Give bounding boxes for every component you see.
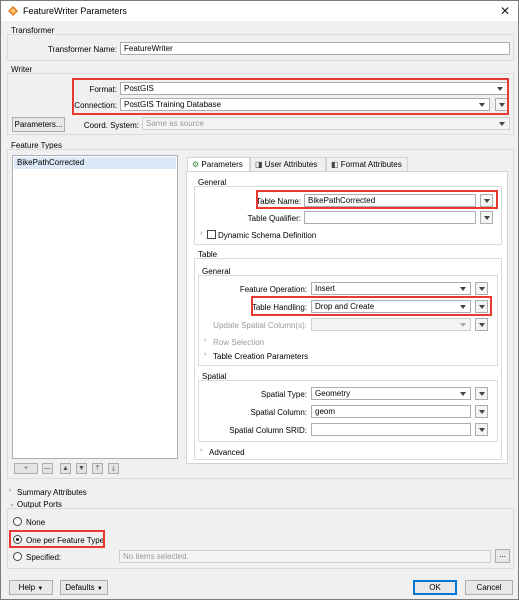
attributes-icon: ◨: [255, 160, 263, 169]
spatial-column-label: Spatial Column:: [250, 408, 307, 417]
specified-browse-button[interactable]: ...: [495, 549, 510, 563]
add-feature-type-button[interactable]: +: [14, 463, 38, 474]
dynamic-schema-label: Dynamic Schema Definition: [218, 231, 317, 240]
spatial-srid-label: Spatial Column SRID:: [229, 426, 307, 435]
feature-types-list: BikePathCorrected: [12, 155, 178, 459]
highlight-one-per-feature-type: [9, 530, 105, 548]
arrow-up-icon: ▲: [62, 465, 69, 472]
chevron-down-icon: [460, 287, 466, 291]
chevron-down-icon: [479, 410, 485, 414]
output-none-radio[interactable]: [13, 517, 22, 526]
output-none-label: None: [26, 518, 46, 527]
arrow-down-icon: ▼: [78, 465, 85, 472]
update-spatial-menu-button[interactable]: [475, 318, 488, 331]
table-qualifier-menu-button[interactable]: [480, 211, 493, 224]
feature-operation-menu-button[interactable]: [475, 282, 488, 295]
move-up-button[interactable]: ▲: [60, 463, 71, 474]
spatial-type-menu-button[interactable]: [475, 387, 488, 400]
coord-system-label: Coord. System:: [83, 121, 139, 130]
spatial-srid-menu-button[interactable]: [475, 423, 488, 436]
table-qualifier-input[interactable]: [304, 211, 476, 224]
coord-system-select[interactable]: Same as source: [142, 117, 510, 130]
gear-icon: ⚙: [192, 160, 200, 169]
arrow-top-icon: ⤒: [95, 465, 100, 472]
spatial-type-value: Geometry: [315, 389, 351, 398]
spatial-type-select[interactable]: Geometry: [311, 387, 471, 400]
chevron-down-icon: [499, 122, 505, 126]
chevron-down-icon: [460, 392, 466, 396]
update-spatial-select[interactable]: [311, 318, 471, 331]
tab-format-attributes[interactable]: ◧ Format Attributes: [326, 157, 408, 171]
title-bar: FeatureWriter Parameters ✕: [1, 1, 518, 21]
spatial-type-label: Spatial Type:: [260, 390, 307, 399]
tab-user-attributes-label: User Attributes: [264, 160, 318, 169]
specified-ports-input[interactable]: No items selected.: [119, 550, 491, 563]
defaults-label: Defaults: [65, 583, 95, 592]
transformer-name-input[interactable]: FeatureWriter: [120, 42, 510, 55]
highlight-table-name: [256, 190, 498, 209]
help-button[interactable]: Help ▼: [9, 580, 53, 595]
transformer-name-label: Transformer Name:: [47, 45, 117, 54]
coord-system-value: Same as source: [146, 119, 204, 128]
spatial-srid-input[interactable]: [311, 423, 471, 436]
tab-parameters[interactable]: ⚙ Parameters: [187, 157, 250, 171]
writer-parameters-button[interactable]: Parameters...: [12, 117, 65, 132]
chevron-right-icon[interactable]: ›: [204, 337, 206, 344]
chevron-down-icon: ▼: [37, 586, 44, 592]
tab-parameters-label: Parameters: [201, 160, 243, 169]
featurewriter-icon: [8, 6, 18, 16]
chevron-right-icon[interactable]: ›: [204, 351, 206, 358]
chevron-down-icon: ▼: [96, 586, 103, 592]
table-creation-label[interactable]: Table Creation Parameters: [213, 352, 308, 361]
feature-operation-select[interactable]: Insert: [311, 282, 471, 295]
arrow-bottom-icon: ⤓: [111, 465, 116, 472]
list-item[interactable]: BikePathCorrected: [14, 157, 176, 169]
remove-feature-type-button[interactable]: —: [42, 463, 53, 474]
chevron-right-icon[interactable]: ›: [200, 447, 202, 454]
close-icon[interactable]: ✕: [500, 4, 510, 18]
move-bottom-button[interactable]: ⤓: [108, 463, 119, 474]
table-qualifier-label: Table Qualifier:: [247, 214, 301, 223]
format-attributes-icon: ◧: [331, 160, 339, 169]
chevron-down-icon: [479, 428, 485, 432]
chevron-down-icon: [479, 323, 485, 327]
highlight-format-connection: [72, 78, 509, 115]
chevron-down-icon: [484, 216, 490, 220]
feature-operation-label: Feature Operation:: [239, 285, 307, 294]
dialog-window: FeatureWriter Parameters ✕ Transformer T…: [0, 0, 519, 600]
chevron-right-icon[interactable]: ›: [9, 487, 11, 494]
spatial-column-input[interactable]: geom: [311, 405, 471, 418]
output-specified-label: Specified:: [26, 553, 62, 562]
help-label: Help: [18, 583, 36, 592]
window-title: FeatureWriter Parameters: [23, 6, 127, 16]
ok-button[interactable]: OK: [413, 580, 457, 595]
update-spatial-label: Update Spatial Column(s):: [213, 321, 307, 330]
minus-icon: —: [44, 465, 51, 472]
defaults-button[interactable]: Defaults ▼: [60, 580, 108, 595]
cancel-button[interactable]: Cancel: [465, 580, 513, 595]
feature-operation-value: Insert: [315, 284, 336, 293]
output-specified-radio[interactable]: [13, 552, 22, 561]
row-selection-label[interactable]: Row Selection: [213, 338, 264, 347]
chevron-down-icon[interactable]: ⌄: [9, 500, 15, 508]
move-top-button[interactable]: ⤒: [92, 463, 103, 474]
chevron-right-icon[interactable]: ›: [200, 230, 202, 237]
tab-user-attributes[interactable]: ◨ User Attributes: [250, 157, 326, 171]
dynamic-schema-checkbox[interactable]: [207, 230, 216, 239]
highlight-table-handling: [251, 296, 492, 316]
chevron-down-icon: [479, 392, 485, 396]
tab-format-attributes-label: Format Attributes: [340, 160, 402, 169]
chevron-down-icon: [460, 323, 466, 327]
summary-attributes-label[interactable]: Summary Attributes: [17, 488, 87, 497]
plus-icon: +: [23, 465, 29, 472]
advanced-label[interactable]: Advanced: [209, 448, 245, 457]
chevron-down-icon: [479, 287, 485, 291]
move-down-button[interactable]: ▼: [76, 463, 87, 474]
spatial-column-menu-button[interactable]: [475, 405, 488, 418]
